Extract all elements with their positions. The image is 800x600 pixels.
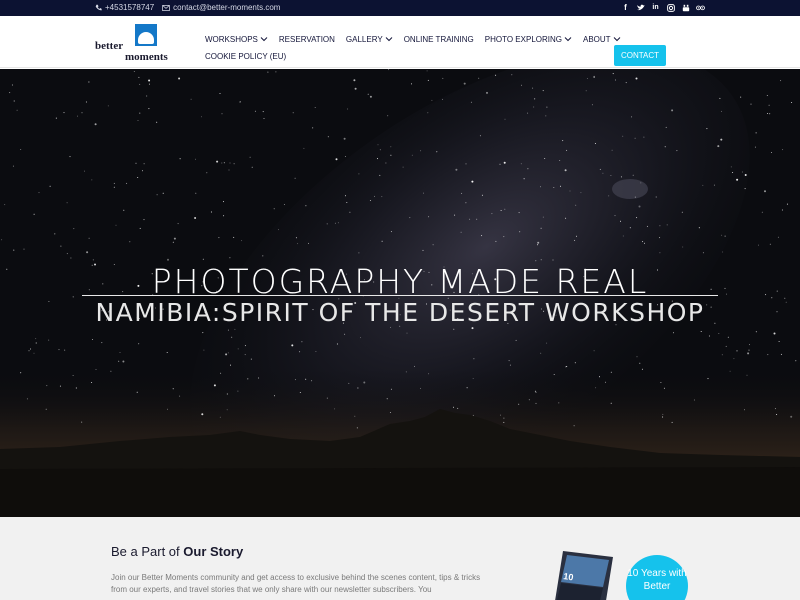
contact-info: +4531578747 contact@better-moments.com [95, 3, 280, 12]
logo[interactable]: better moments [95, 24, 185, 63]
nav-label: RESERVATION [278, 34, 335, 44]
logo-word-better: better [95, 40, 124, 52]
nav-item-reservation[interactable]: RESERVATION [279, 35, 335, 44]
facebook-icon[interactable]: f [621, 3, 630, 12]
nav-label: ONLINE TRAINING [403, 34, 474, 44]
nav-label: COOKIE POLICY (EU) [205, 51, 287, 61]
contact-button[interactable]: CONTACT [614, 45, 666, 66]
svg-text:10: 10 [563, 571, 574, 582]
nav-item-about[interactable]: ABOUT [583, 35, 621, 44]
twitter-icon[interactable] [636, 3, 645, 12]
phone-icon [95, 4, 102, 11]
nav-label: GALLERY [345, 34, 383, 44]
story-section: Be a Part of Our Story Join our Better M… [0, 517, 800, 600]
linkedin-icon[interactable]: in [651, 3, 660, 12]
nav-item-online-training[interactable]: ONLINE TRAINING [404, 35, 474, 44]
phone-link[interactable]: +4531578747 [95, 3, 154, 12]
nav-label: PHOTO EXPLORING [484, 34, 562, 44]
logo-word-moments: moments [125, 51, 168, 63]
chevron-down-icon [564, 37, 572, 42]
story-title-bold: Our Story [183, 544, 244, 559]
instagram-icon[interactable] [666, 3, 675, 12]
nav-item-workshops[interactable]: WORKSHOPS [205, 35, 268, 44]
chevron-down-icon [260, 37, 268, 42]
top-bar: +4531578747 contact@better-moments.com f… [0, 0, 800, 16]
logo-mark [135, 24, 157, 46]
magazine-image: 10 [555, 551, 613, 600]
social-links: f in [621, 3, 705, 12]
nav-label: ABOUT [582, 34, 611, 44]
story-title-prefix: Be a Part of [111, 544, 184, 559]
youtube-icon[interactable] [681, 3, 690, 12]
story-text: Join our Better Moments community and ge… [111, 573, 481, 594]
nav-item-cookie-policy[interactable]: COOKIE POLICY (EU) [205, 52, 286, 61]
nav-item-gallery[interactable]: GALLERY [346, 35, 393, 44]
anniversary-badge: 10 Years with Better [626, 555, 688, 600]
hero-divider [82, 295, 718, 296]
story-title: Be a Part of Our Story [111, 544, 243, 559]
hero-subtitle: NAMIBIA:SPIRIT OF THE DESERT WORKSHOP [95, 298, 705, 327]
chevron-down-icon [385, 37, 393, 42]
nav-item-photo-exploring[interactable]: PHOTO EXPLORING [485, 35, 572, 44]
phone-number: +4531578747 [105, 3, 155, 12]
tripadvisor-icon[interactable] [696, 3, 705, 12]
hero-banner: PHOTOGRAPHY MADE REAL NAMIBIA:SPIRIT OF … [0, 69, 800, 517]
nav-label: WORKSHOPS [205, 34, 258, 44]
chevron-down-icon [613, 37, 620, 42]
email-address: contact@better-moments.com [173, 3, 281, 12]
site-header: better moments WORKSHOPS RESERVATION GAL… [0, 16, 800, 68]
email-link[interactable]: contact@better-moments.com [162, 3, 280, 12]
main-nav: WORKSHOPS RESERVATION GALLERY ONLINE TRA… [205, 34, 685, 61]
envelope-icon [162, 4, 170, 11]
